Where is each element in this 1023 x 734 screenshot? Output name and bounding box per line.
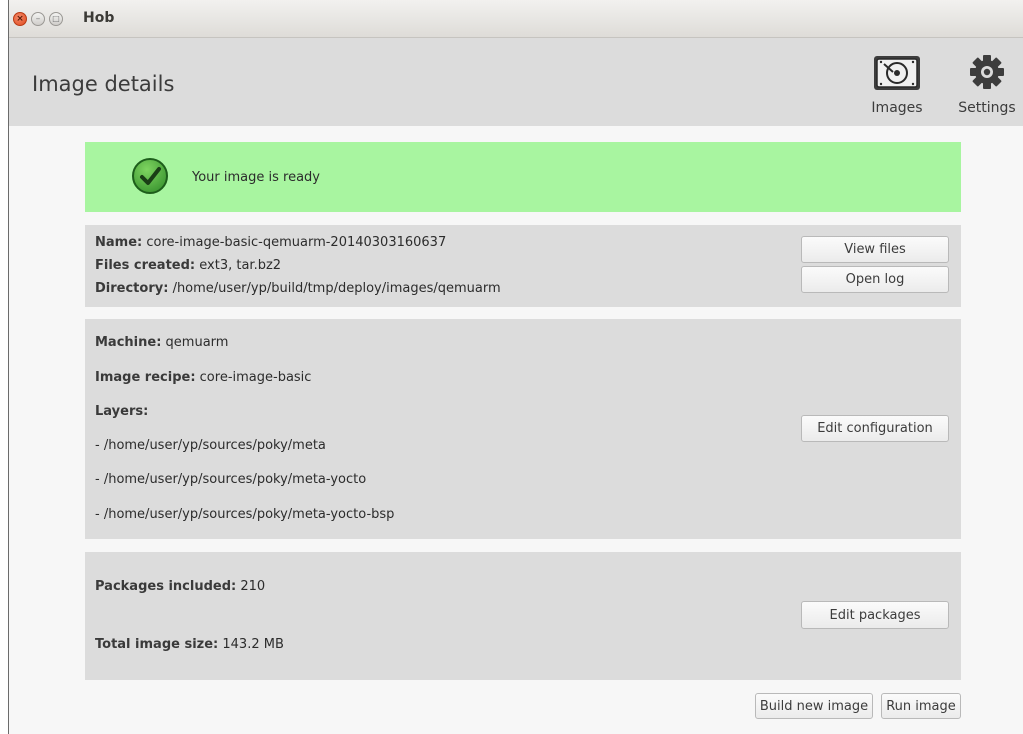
total-size-label: Total image size: (95, 637, 219, 652)
edit-configuration-button[interactable]: Edit configuration (801, 415, 949, 442)
images-button-label: Images (871, 100, 923, 116)
build-new-image-button[interactable]: Build new image (755, 693, 873, 719)
view-files-button[interactable]: View files (801, 236, 949, 263)
machine-row: Machine: qemuarm (95, 335, 228, 350)
image-name-value: core-image-basic-qemuarm-20140303160637 (146, 235, 447, 250)
open-log-button[interactable]: Open log (801, 266, 949, 293)
packages-included-label: Packages included: (95, 579, 237, 594)
files-created-row: Files created: ext3, tar.bz2 (95, 258, 281, 273)
directory-label: Directory: (95, 281, 169, 296)
files-created-label: Files created: (95, 258, 196, 273)
files-created-value: ext3, tar.bz2 (199, 258, 282, 273)
directory-row: Directory: /home/user/yp/build/tmp/deplo… (95, 281, 501, 296)
run-image-button[interactable]: Run image (881, 693, 961, 719)
packages-panel: Packages included: 210 Total image size:… (85, 552, 961, 680)
status-banner: Your image is ready (85, 142, 961, 212)
status-message: Your image is ready (192, 170, 320, 185)
images-button[interactable]: Images (859, 50, 935, 116)
layer-item: - /home/user/yp/sources/poky/meta-yocto-… (95, 507, 395, 522)
layer-item: - /home/user/yp/sources/poky/meta-yocto (95, 472, 367, 487)
edit-packages-button[interactable]: Edit packages (801, 601, 949, 629)
window-title: Hob (83, 10, 115, 26)
machine-label: Machine: (95, 335, 162, 350)
total-size-value: 143.2 MB (222, 637, 284, 652)
total-size-row: Total image size: 143.2 MB (95, 637, 284, 652)
packages-included-value: 210 (240, 579, 266, 594)
directory-value: /home/user/yp/build/tmp/deploy/images/qe… (172, 281, 501, 296)
image-recipe-label: Image recipe: (95, 370, 196, 385)
hob-window: × – □ Hob Image details Images Settings … (8, 0, 1023, 734)
image-recipe-row: Image recipe: core-image-basic (95, 370, 311, 385)
minimize-window-button[interactable]: – (31, 12, 45, 26)
packages-included-row: Packages included: 210 (95, 579, 265, 594)
layer-item: - /home/user/yp/sources/poky/meta (95, 438, 326, 453)
hard-disk-icon (874, 56, 920, 90)
title-bar: × – □ Hob (9, 0, 1023, 38)
image-name-row: Name: core-image-basic-qemuarm-201403031… (95, 235, 446, 250)
page-title: Image details (32, 72, 175, 96)
maximize-window-button[interactable]: □ (49, 12, 63, 26)
page-header: Image details Images Settings (9, 38, 1023, 126)
image-info-panel: Name: core-image-basic-qemuarm-201403031… (85, 225, 961, 307)
image-name-label: Name: (95, 235, 143, 250)
machine-value: qemuarm (165, 335, 229, 350)
configuration-panel: Machine: qemuarm Image recipe: core-imag… (85, 319, 961, 539)
image-recipe-value: core-image-basic (199, 370, 312, 385)
settings-button[interactable]: Settings (953, 50, 1021, 116)
gear-icon (970, 55, 1004, 89)
settings-button-label: Settings (958, 100, 1016, 116)
checkmark-icon (132, 158, 168, 194)
close-window-button[interactable]: × (13, 12, 27, 26)
layers-heading: Layers: (95, 404, 149, 419)
